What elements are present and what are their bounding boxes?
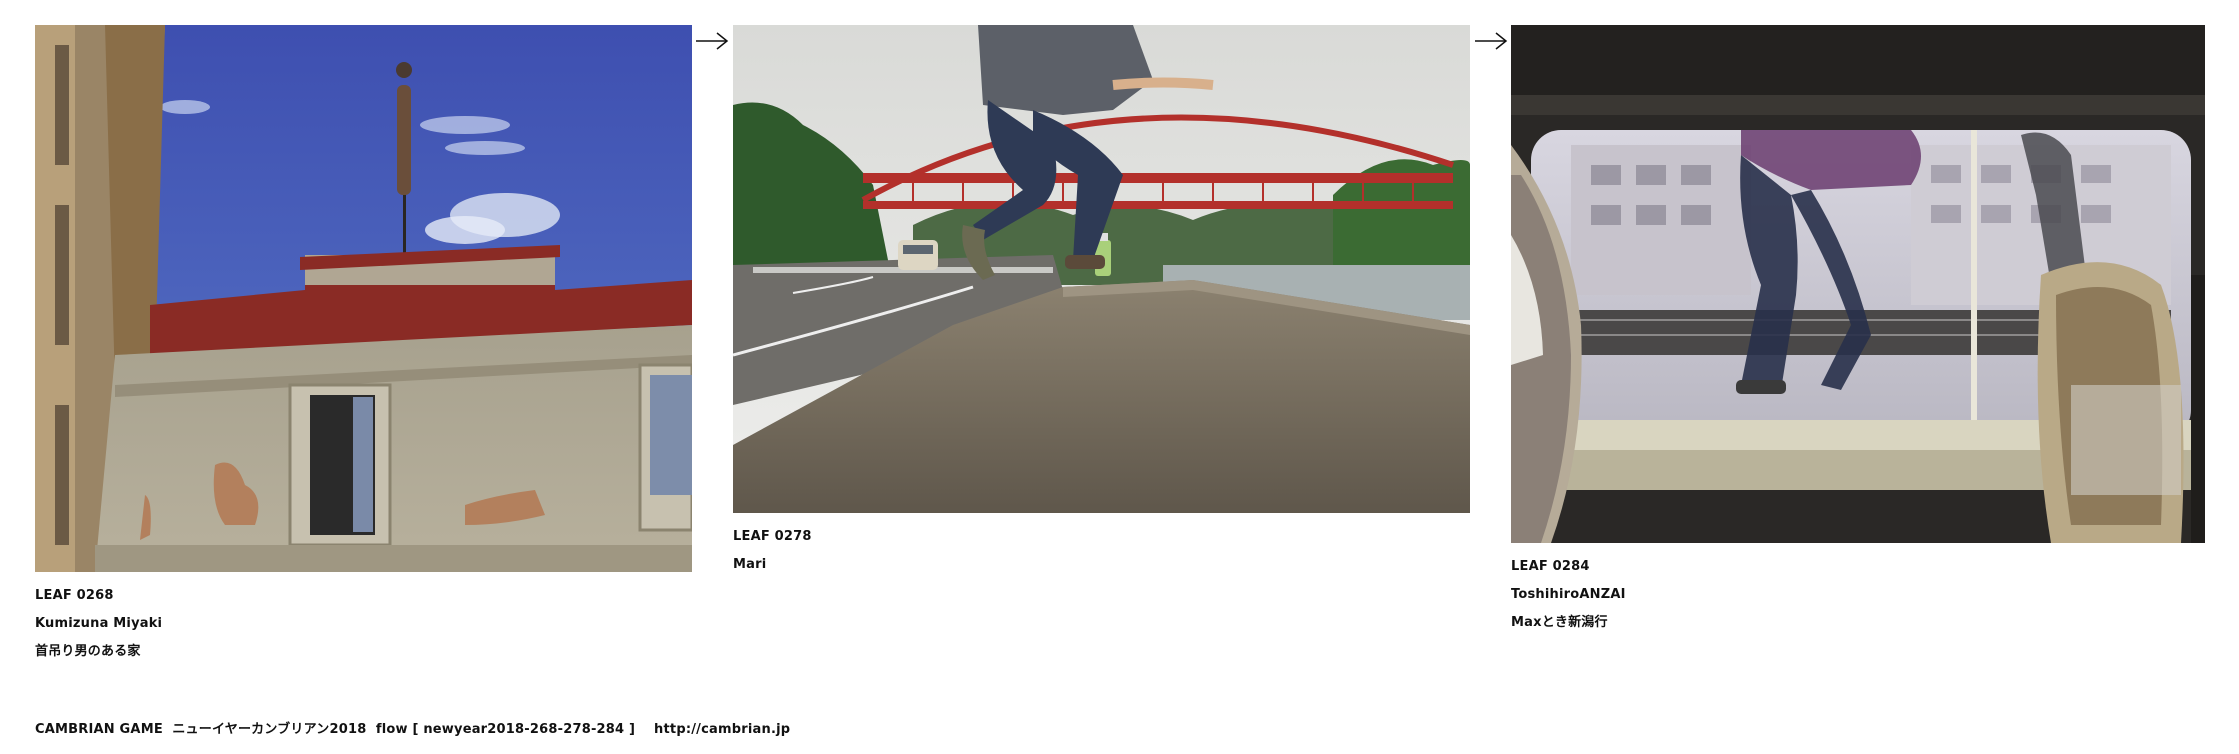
leaf-author[interactable]: Mari bbox=[733, 551, 1470, 579]
leaf-id: LEAF 0268 bbox=[35, 588, 114, 603]
right-arrow-icon bbox=[696, 32, 729, 50]
footer-credits: CAMBRIAN GAME ニューイヤーカンブリアン2018 flow [ ne… bbox=[35, 722, 791, 737]
leaf-card-0278: LEAF 0278 Mari bbox=[733, 25, 1470, 579]
leaf-caption: LEAF 0268 Kumizuna Miyaki 首吊り男のある家 bbox=[35, 582, 692, 666]
leaf-photo-0268[interactable] bbox=[35, 25, 692, 572]
leaf-card-0268: LEAF 0268 Kumizuna Miyaki 首吊り男のある家 bbox=[35, 25, 692, 666]
leaf-author[interactable]: Kumizuna Miyaki bbox=[35, 610, 692, 638]
leaf-caption: LEAF 0284 ToshihiroANZAI Maxとき新潟行 bbox=[1511, 553, 2205, 637]
leaf-id: LEAF 0284 bbox=[1511, 559, 1590, 574]
leaf-id: LEAF 0278 bbox=[733, 529, 812, 544]
leaf-author[interactable]: ToshihiroANZAI bbox=[1511, 581, 2205, 609]
leaf-photo-0278[interactable] bbox=[733, 25, 1470, 513]
right-arrow-icon bbox=[1475, 32, 1508, 50]
leaf-card-0284: LEAF 0284 ToshihiroANZAI Maxとき新潟行 bbox=[1511, 25, 2205, 637]
leaf-photo-0284[interactable] bbox=[1511, 25, 2205, 543]
leaf-title: 首吊り男のある家 bbox=[35, 644, 141, 659]
leaf-title: Maxとき新潟行 bbox=[1511, 615, 1608, 630]
leaf-caption: LEAF 0278 Mari bbox=[733, 523, 1470, 579]
